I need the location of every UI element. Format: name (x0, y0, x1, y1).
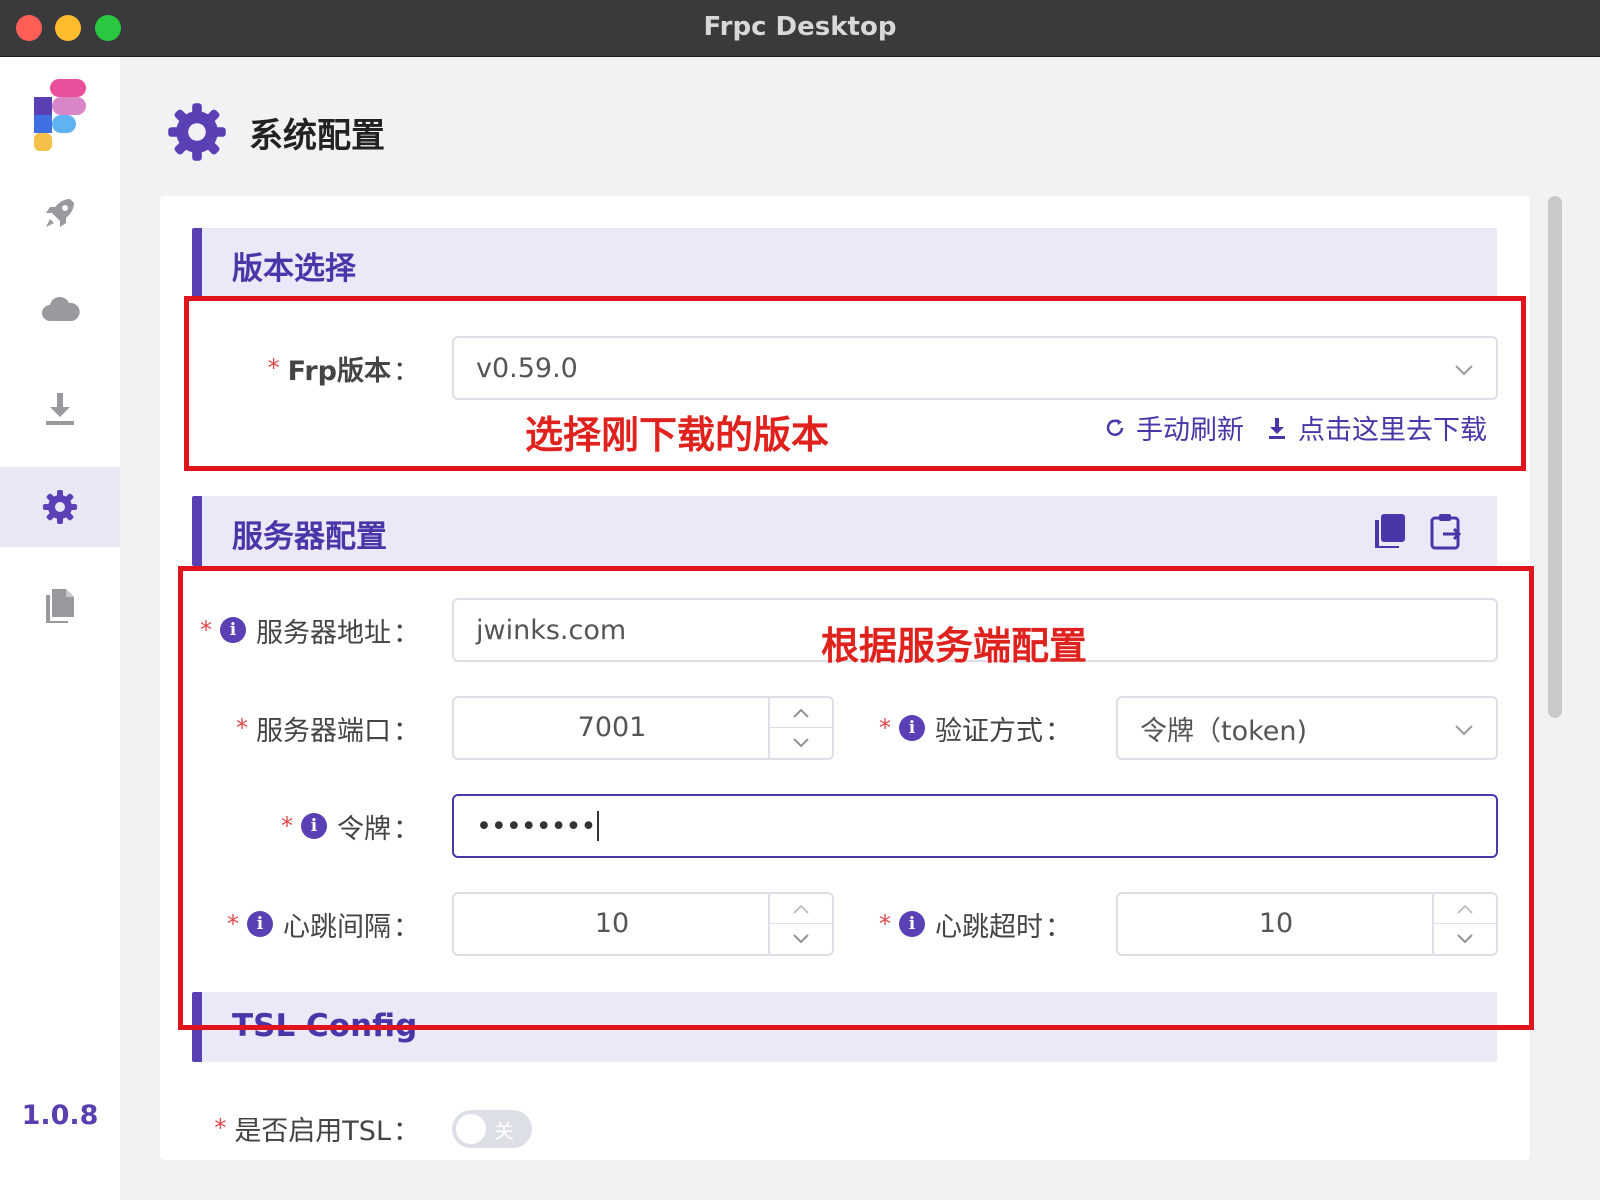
annotation-server: 根据服务端配置 (821, 624, 1088, 668)
annotation-box-version (184, 296, 1526, 471)
nav-item-settings[interactable] (0, 467, 120, 547)
page-title: 系统配置 (249, 115, 385, 156)
section-title: 版本选择 (232, 251, 356, 287)
download-icon (46, 393, 74, 425)
copy-icon[interactable] (1373, 512, 1407, 550)
tls-enable-label: * 是否启用TSL： (214, 1114, 420, 1147)
nav-item-proxies[interactable] (0, 173, 120, 253)
scrollbar-thumb[interactable] (1548, 196, 1562, 718)
tls-toggle[interactable]: 关 (452, 1110, 532, 1148)
version-section-header: 版本选择 (192, 228, 1497, 298)
page-header: 系统配置 (165, 100, 385, 164)
server-section-header: 服务器配置 (192, 496, 1497, 566)
app-version: 1.0.8 (21, 1100, 99, 1131)
document-icon (46, 589, 74, 623)
nav-item-logs[interactable] (0, 565, 120, 645)
app-logo (34, 79, 86, 151)
paste-icon[interactable] (1429, 512, 1463, 550)
title-bar: Frpc Desktop (0, 0, 1600, 57)
cloud-icon (42, 296, 80, 321)
toggle-knob (456, 1114, 486, 1144)
gear-icon (43, 490, 77, 524)
annotation-version: 选择刚下载的版本 (525, 413, 830, 457)
section-title: 服务器配置 (232, 519, 387, 555)
window-title: Frpc Desktop (703, 12, 897, 42)
sidebar: 1.0.8 (0, 57, 120, 1200)
gear-icon (168, 103, 226, 161)
scrollbar[interactable] (1548, 196, 1562, 1160)
nav-item-download[interactable] (0, 369, 120, 449)
nav-item-cloud[interactable] (0, 271, 120, 351)
rocket-icon (46, 199, 74, 227)
